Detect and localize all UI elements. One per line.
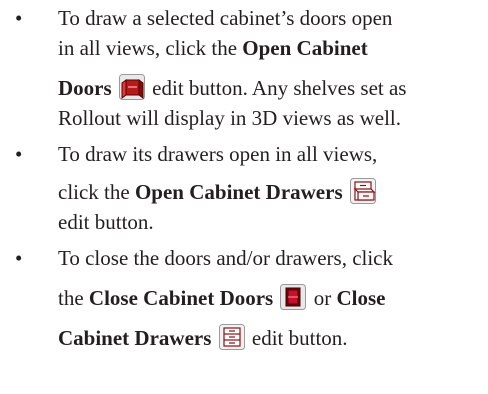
bullet-symbol: •	[15, 246, 23, 270]
text-segment: Rollout will display in 3D views as well…	[58, 106, 401, 130]
close-cabinet-doors-icon	[280, 284, 307, 310]
text-line: edit button.	[58, 208, 154, 236]
text-line: click the Open Cabinet Drawers	[58, 178, 378, 206]
text-line: Doors edit button. Any shelves set as	[58, 74, 406, 102]
bullet-symbol: •	[15, 142, 23, 166]
text-segment: edit button. Any shelves set as	[146, 76, 407, 100]
ui-term: Open Cabinet Drawers	[134, 180, 343, 204]
text-segment: To draw its drawers open in all views,	[58, 142, 378, 166]
text-line: To draw a selected cabinet’s doors open	[58, 4, 392, 32]
text-segment: in all views, click the	[58, 36, 243, 60]
bullet-symbol: •	[15, 6, 23, 30]
text-segment: edit button.	[246, 326, 348, 350]
ui-term: Close	[336, 286, 386, 310]
ui-term: Doors	[58, 76, 112, 100]
ui-term: Cabinet Drawers	[58, 326, 212, 350]
text-segment: edit button.	[58, 210, 154, 234]
text-segment: To draw a selected cabinet’s doors open	[58, 6, 393, 30]
text-segment: To close the doors and/or drawers, click	[58, 246, 394, 270]
text-segment: click the	[58, 180, 135, 204]
ui-term: Open Cabinet	[242, 36, 368, 60]
open-cabinet-drawers-icon	[349, 178, 376, 204]
text-line: To close the doors and/or drawers, click	[58, 244, 393, 272]
open-cabinet-doors-icon	[118, 74, 145, 100]
text-segment: or	[308, 286, 337, 310]
ui-term: Close Cabinet Doors	[88, 286, 274, 310]
text-line: Cabinet Drawers edit button.	[58, 324, 348, 352]
text-line: the Close Cabinet Doors or Close	[58, 284, 385, 312]
text-segment: the	[58, 286, 89, 310]
close-cabinet-drawers-icon	[218, 324, 245, 350]
text-line: in all views, click the Open Cabinet	[58, 34, 368, 62]
text-line: To draw its drawers open in all views,	[58, 140, 377, 168]
document-page: • To draw a selected cabinet’s doors ope…	[0, 0, 488, 394]
text-line: Rollout will display in 3D views as well…	[58, 104, 401, 132]
